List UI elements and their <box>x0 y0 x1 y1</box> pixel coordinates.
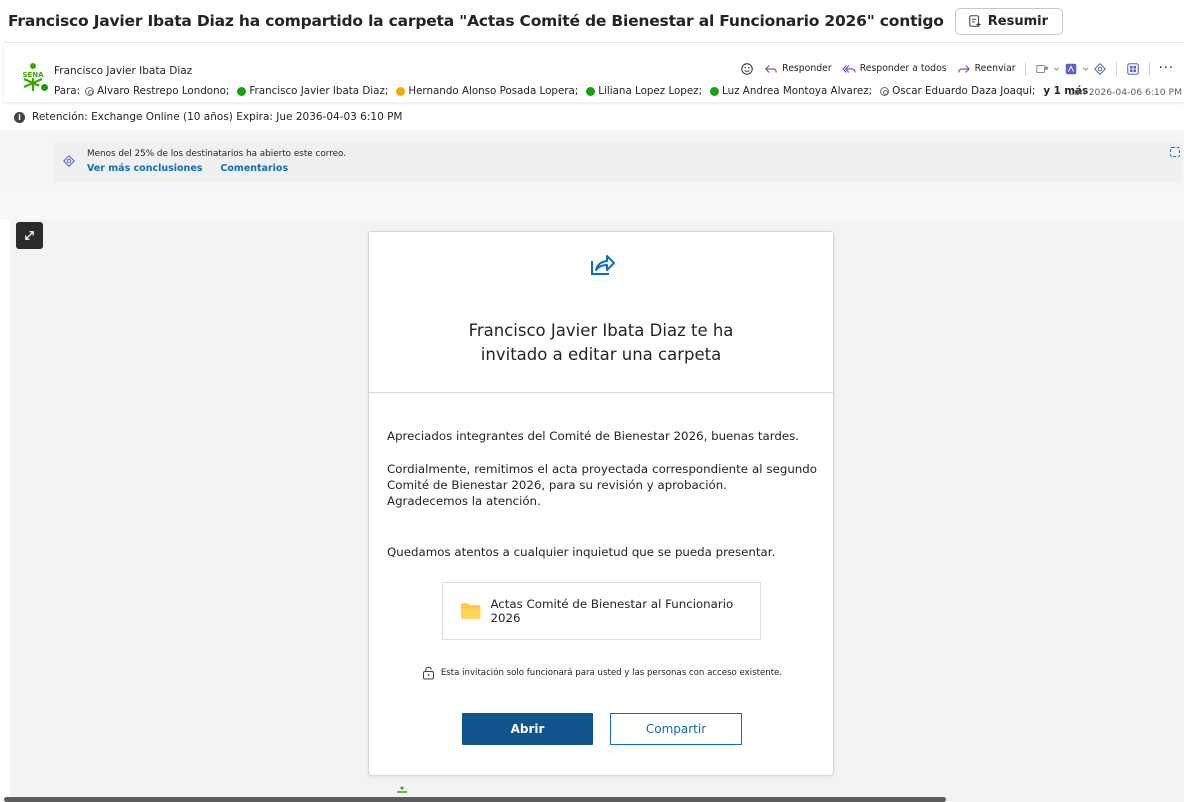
access-note: Esta invitación solo funcionará para ust… <box>369 666 835 680</box>
chevron-down-icon[interactable] <box>1081 62 1090 76</box>
recipient[interactable]: Hernando Alonso Posada Lopera; <box>393 85 578 97</box>
to-label: Para: <box>54 85 81 97</box>
sena-mark-icon <box>397 786 407 793</box>
forward-label: Reenviar <box>974 63 1016 74</box>
lock-icon <box>422 666 434 680</box>
email-subject: Francisco Javier Ibata Diaz ha compartid… <box>8 12 944 30</box>
reply-button[interactable]: Responder <box>764 62 832 76</box>
divider <box>1148 61 1150 76</box>
reply-label: Responder <box>782 63 832 74</box>
adobe-pdf-icon[interactable] <box>1064 62 1078 76</box>
expand-icon <box>25 231 34 240</box>
recipient-name: Liliana Lopez Lopez; <box>598 85 703 97</box>
message-actions: Responder Responder a todos Reenviar ··· <box>740 61 1174 76</box>
recipient-name: Luz Andrea Montoya Alvarez; <box>722 85 873 97</box>
title-line: invitado a editar una carpeta <box>480 345 722 364</box>
svg-text:SENA: SENA <box>22 71 44 79</box>
reply-all-button[interactable]: Responder a todos <box>841 62 947 76</box>
reply-all-label: Responder a todos <box>859 63 947 74</box>
presence-available-icon <box>237 86 247 96</box>
expand-button[interactable] <box>16 222 43 249</box>
message-paragraph: Quedamos atentos a cualquier inquietud q… <box>387 545 776 559</box>
retention-banner: i Retención: Exchange Online (10 años) E… <box>0 106 1184 128</box>
emoji-react-icon[interactable] <box>740 62 754 76</box>
recipient-name: Francisco Javier Ibata Diaz; <box>249 85 389 97</box>
folder-icon <box>460 603 481 619</box>
share-button[interactable]: Compartir <box>610 713 742 745</box>
chevron-down-icon[interactable] <box>1052 62 1061 76</box>
folder-name: Actas Comité de Bienestar al Funcionario… <box>490 597 734 625</box>
info-icon: i <box>14 111 25 123</box>
forward-button[interactable]: Reenviar <box>957 62 1016 76</box>
recipient-name: Alvaro Restrepo Londono; <box>97 85 230 97</box>
title-line: Francisco Javier Ibata Diaz te ha <box>468 321 734 340</box>
presence-available-icon <box>710 86 720 96</box>
message-timestamp: Lun 2026-04-06 6:10 PM <box>1069 87 1182 98</box>
access-note-text: Esta invitación solo funcionará para ust… <box>440 668 783 678</box>
recipient-name: Oscar Eduardo Daza Joaqui; <box>892 85 1036 97</box>
message-paragraph: Cordialmente, remitimos el acta proyecta… <box>387 461 817 509</box>
spacer-band <box>0 192 1184 220</box>
horizontal-scrollbar[interactable] <box>4 797 946 802</box>
recipients-line: Para: Alvaro Restrepo Londono; Francisco… <box>54 85 1088 97</box>
presence-away-icon <box>396 86 406 96</box>
share-invitation-card: Francisco Javier Ibata Diaz te ha invita… <box>368 231 834 776</box>
card-header: Francisco Javier Ibata Diaz te ha invita… <box>369 232 833 393</box>
recipient[interactable]: Liliana Lopez Lopez; <box>583 85 702 97</box>
subject-bar: Francisco Javier Ibata Diaz ha compartid… <box>0 0 1184 42</box>
message-header: SENA Francisco Javier Ibata Diaz Respond… <box>4 42 1184 102</box>
expand-panel-icon[interactable] <box>1170 147 1180 157</box>
divider <box>1024 61 1026 76</box>
share-icon <box>591 255 615 275</box>
shared-folder-link[interactable]: Actas Comité de Bienestar al Funcionario… <box>442 582 761 640</box>
see-more-insights-link[interactable]: Ver más conclusiones <box>87 163 202 174</box>
forward-icon <box>957 64 970 73</box>
message-text: Agradecemos la atención. <box>387 494 541 508</box>
reply-all-icon <box>841 64 856 73</box>
recipient[interactable]: Luz Andrea Montoya Alvarez; <box>707 85 872 97</box>
avatar[interactable]: SENA <box>18 61 50 93</box>
reply-icon <box>765 64 777 73</box>
comments-link[interactable]: Comentarios <box>220 163 288 174</box>
more-actions-icon[interactable]: ··· <box>1159 61 1174 76</box>
apps-icon[interactable] <box>1126 62 1140 76</box>
summarize-icon <box>968 15 981 28</box>
message-text: Cordialmente, remitimos el acta proyecta… <box>387 462 817 492</box>
presence-available-icon <box>39 82 50 93</box>
open-button[interactable]: Abrir <box>462 713 593 745</box>
presence-offline-icon <box>85 86 95 96</box>
presence-offline-icon <box>880 86 890 96</box>
teams-share-icon[interactable] <box>1035 62 1049 76</box>
insights-links: Ver más conclusiones Comentarios <box>87 163 288 174</box>
presence-available-icon <box>586 86 596 96</box>
insights-icon <box>63 155 75 167</box>
insights-icon[interactable] <box>1093 62 1107 76</box>
recipient[interactable]: Oscar Eduardo Daza Joaqui; <box>877 85 1035 97</box>
insights-text: Menos del 25% de los destinatarios ha ab… <box>87 149 347 159</box>
retention-text: Retención: Exchange Online (10 años) Exp… <box>32 111 403 123</box>
recipient[interactable]: Francisco Javier Ibata Diaz; <box>234 85 388 97</box>
recipient-name: Hernando Alonso Posada Lopera; <box>408 85 579 97</box>
recipient[interactable]: Alvaro Restrepo Londono; <box>82 85 229 97</box>
summarize-button[interactable]: Resumir <box>954 7 1063 35</box>
message-paragraph: Apreciados integrantes del Comité de Bie… <box>387 429 800 443</box>
invitation-title: Francisco Javier Ibata Diaz te ha invita… <box>369 319 833 367</box>
summarize-label: Resumir <box>987 13 1048 29</box>
insights-panel <box>54 142 1182 182</box>
sender-name[interactable]: Francisco Javier Ibata Diaz <box>54 65 192 77</box>
divider <box>1115 61 1117 76</box>
